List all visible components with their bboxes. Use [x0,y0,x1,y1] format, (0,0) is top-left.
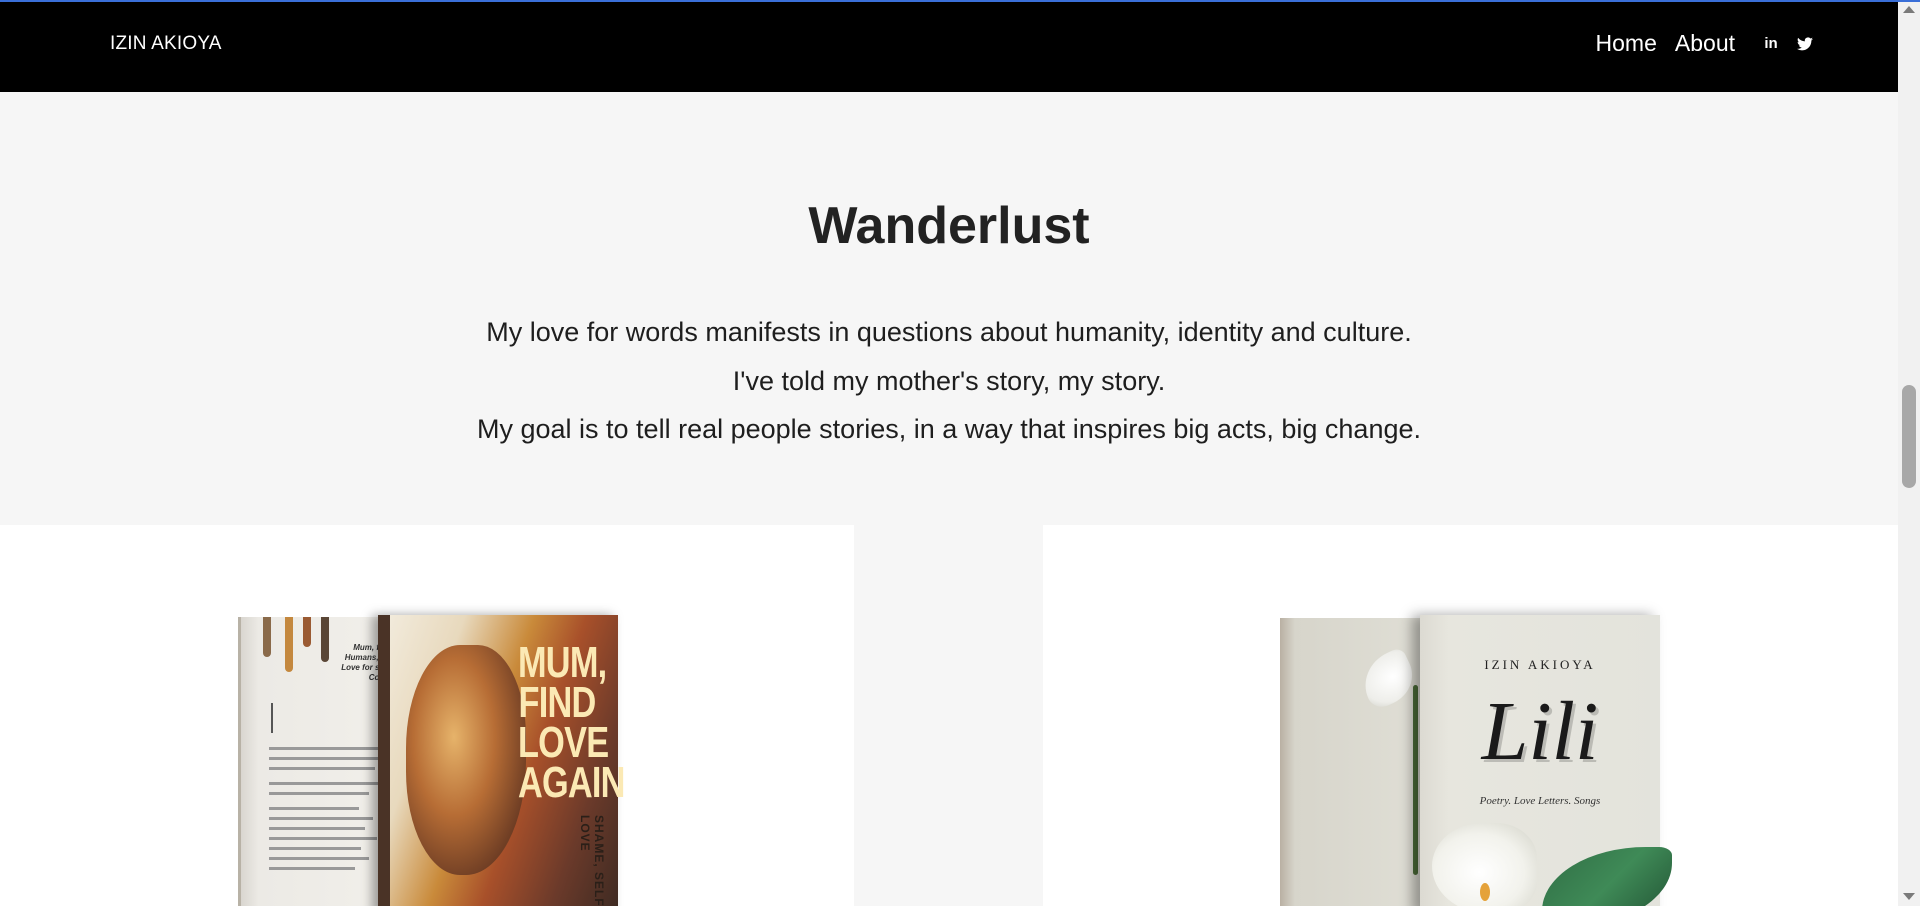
book-cover-image: IZIN AKIOYA Lili Poetry. Love Letters. S… [1280,615,1672,906]
browser-accent-line [0,0,1920,2]
scroll-thumb[interactable] [1902,385,1916,488]
intro-line: I've told my mother's story, my story. [732,365,1166,396]
nav-links: Home About in [1596,30,1821,57]
top-navbar: IZIN AKIOYA Home About in [0,0,1898,92]
linkedin-icon[interactable]: in [1761,34,1781,54]
book-back-cover: Mum, find Humans, Re Love for self, Come [238,617,391,906]
intro-line: My goal is to tell real people stories, … [477,414,1421,444]
book-cover-subtitle: Poetry. Love Letters. Songs [1479,795,1601,807]
book-author: IZIN AKIOYA [1484,657,1596,672]
book-cover-title: MUM, FIND LOVE AGAIN [518,638,625,807]
scroll-down-arrow-icon[interactable] [1903,893,1915,900]
portrait-illustration [406,645,526,875]
scroll-up-arrow-icon[interactable] [1903,6,1915,13]
hero-section: Wanderlust My love for words manifests i… [0,92,1898,525]
brand-logo-link[interactable]: IZIN AKIOYA [110,33,222,55]
book-cover-title: Lili [1481,685,1599,778]
nav-home-link[interactable]: Home [1596,30,1657,57]
intro-line: My love for words manifests in questions… [486,317,1412,347]
page-title: Wanderlust [808,197,1090,255]
page-scrollbar[interactable] [1898,0,1920,906]
book-cover-subtitle: SHAME, SELF-LOVE [578,815,606,906]
hero-intro: My love for words manifests in questions… [0,308,1898,454]
nav-about-link[interactable]: About [1675,30,1735,57]
book-card-mum-find-love-again[interactable]: Mum, find Humans, Re Love for self, Come… [0,525,854,906]
book-cover-image: Mum, find Humans, Re Love for self, Come… [238,615,625,906]
book-card-lili[interactable]: IZIN AKIOYA Lili Poetry. Love Letters. S… [1043,525,1898,906]
twitter-icon[interactable] [1795,34,1815,54]
